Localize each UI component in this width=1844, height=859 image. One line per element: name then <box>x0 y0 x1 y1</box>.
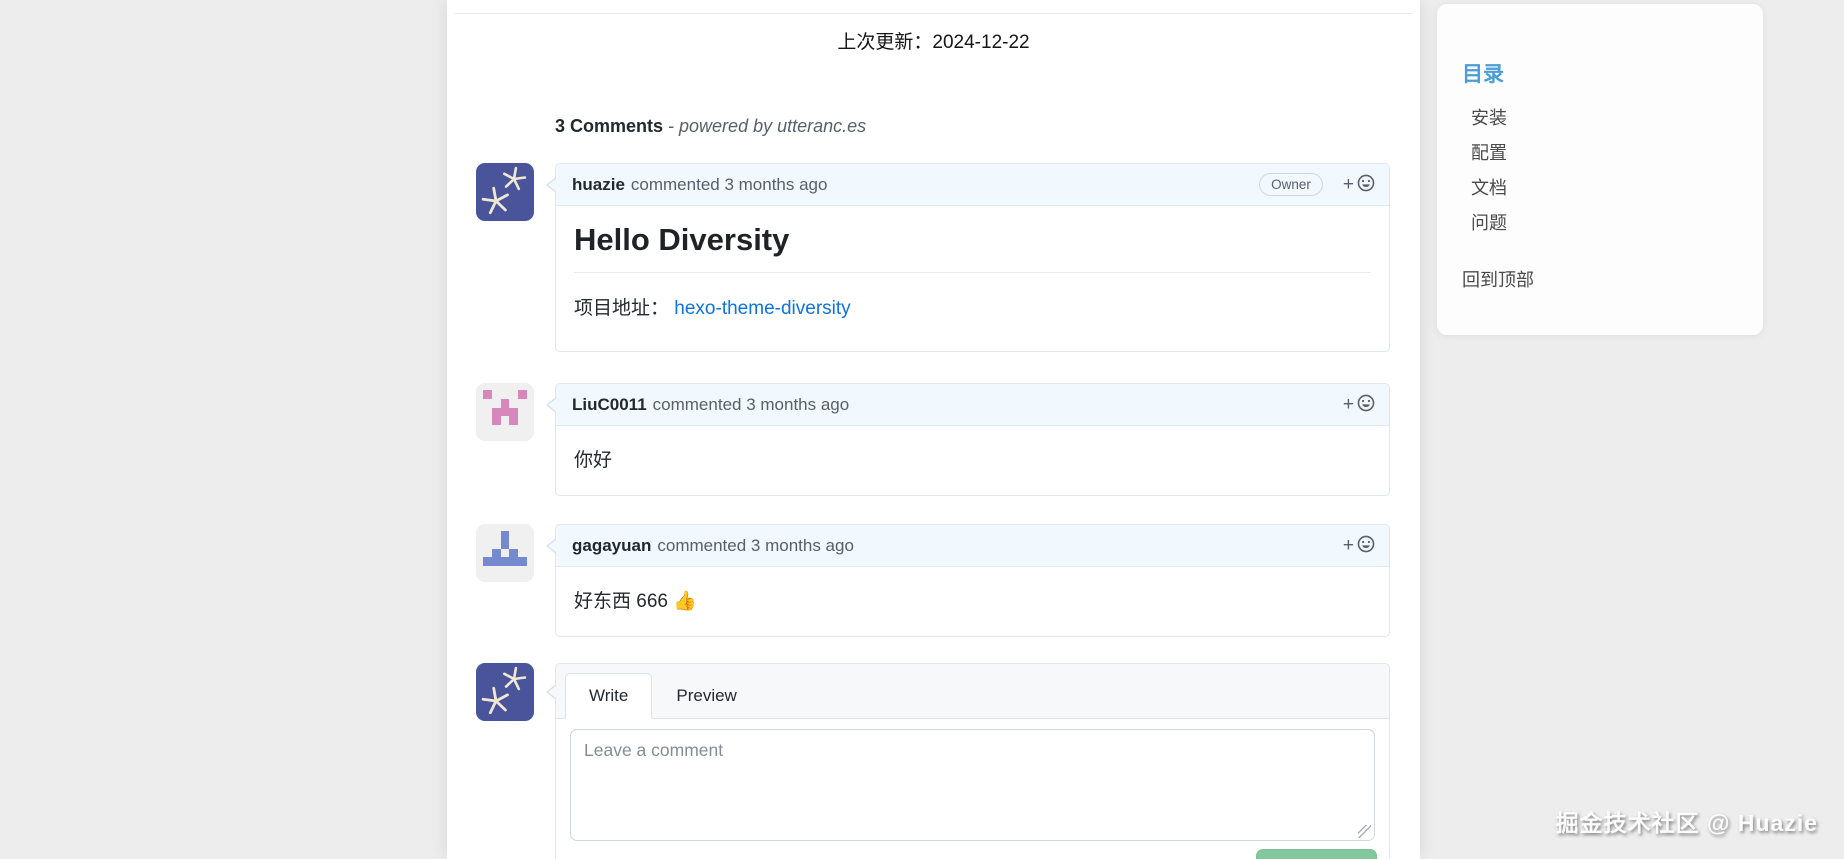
comment-submit-button[interactable] <box>1256 849 1377 859</box>
plus-icon: + <box>1343 536 1354 555</box>
main-content-column: 上次更新：2024-12-22 3 Comments - powered by … <box>447 0 1420 859</box>
toc-item-install[interactable]: 安装 <box>1462 101 1743 136</box>
avatar-gagayuan[interactable] <box>476 524 534 582</box>
add-reaction-button[interactable]: + <box>1343 535 1375 556</box>
last-updated-date: 2024-12-22 <box>932 32 1029 53</box>
toc-item-issues[interactable]: 问题 <box>1462 206 1743 241</box>
toc-title: 目录 <box>1462 58 1743 88</box>
comment-card: huazie commented 3 months ago Owner + He… <box>555 163 1390 352</box>
toc-item-docs[interactable]: 文档 <box>1462 171 1743 206</box>
project-link[interactable]: hexo-theme-diversity <box>674 298 850 319</box>
comment-form-body <box>556 719 1389 856</box>
plus-icon: + <box>1343 395 1354 414</box>
add-reaction-button[interactable]: + <box>1343 174 1375 195</box>
comments-count-number: 3 Comments <box>555 116 663 136</box>
toc-card: 目录 安装 配置 文档 问题 回到顶部 <box>1437 4 1763 335</box>
last-updated-text: 上次更新：2024-12-22 <box>447 27 1420 54</box>
avatar-huazie[interactable] <box>476 163 534 221</box>
comment-author-link[interactable]: huazie <box>572 175 625 195</box>
top-divider <box>455 13 1412 14</box>
toc-list: 安装 配置 文档 问题 <box>1462 101 1743 241</box>
comment-card: LiuC0011 commented 3 months ago + 你好 <box>555 383 1390 496</box>
avatar-current-user[interactable] <box>476 663 534 721</box>
powered-by-prefix: - powered by <box>663 116 777 136</box>
avatar-liuc0011[interactable] <box>476 383 534 441</box>
smiley-icon <box>1357 535 1375 556</box>
comments-count: 3 Comments - powered by utteranc.es <box>555 116 866 137</box>
comment-title: Hello Diversity <box>574 222 1371 273</box>
powered-by-link[interactable]: utteranc.es <box>777 116 866 136</box>
back-to-top-link[interactable]: 回到顶部 <box>1462 266 1534 292</box>
comment-form-tab-bar: Write Preview <box>556 664 1389 719</box>
comment-textarea[interactable] <box>570 729 1375 841</box>
comment-author-link[interactable]: LiuC0011 <box>572 395 647 415</box>
comment-body-text: 好东西 666 👍 <box>556 567 1389 641</box>
comment-author-link[interactable]: gagayuan <box>572 536 651 556</box>
comment-card: gagayuan commented 3 months ago + 好东西 66… <box>555 524 1390 637</box>
owner-badge: Owner <box>1259 173 1323 196</box>
comment-body-text: 你好 <box>556 426 1389 500</box>
smiley-icon <box>1357 394 1375 415</box>
comment-meta: commented 3 months ago <box>631 175 1259 195</box>
last-updated-label: 上次更新： <box>837 32 932 53</box>
comment-header: gagayuan commented 3 months ago + <box>556 525 1389 567</box>
add-reaction-button[interactable]: + <box>1343 394 1375 415</box>
plus-icon: + <box>1343 175 1354 194</box>
write-tab[interactable]: Write <box>565 673 652 719</box>
comment-header: huazie commented 3 months ago Owner + <box>556 164 1389 206</box>
preview-tab[interactable]: Preview <box>652 673 760 719</box>
toc-item-config[interactable]: 配置 <box>1462 136 1743 171</box>
comment-meta: commented 3 months ago <box>653 395 1343 415</box>
comment-meta: commented 3 months ago <box>657 536 1343 556</box>
smiley-icon <box>1357 174 1375 195</box>
page: { "page": { "updated_label": "上次更新：", "u… <box>0 0 1844 859</box>
comment-body: Hello Diversity 项目地址： hexo-theme-diversi… <box>556 206 1389 340</box>
comment-header: LiuC0011 commented 3 months ago + <box>556 384 1389 426</box>
new-comment-form: Write Preview <box>555 663 1390 859</box>
project-label: 项目地址： <box>574 298 669 319</box>
watermark: 掘金技术社区 @ Huazie <box>1556 804 1818 838</box>
